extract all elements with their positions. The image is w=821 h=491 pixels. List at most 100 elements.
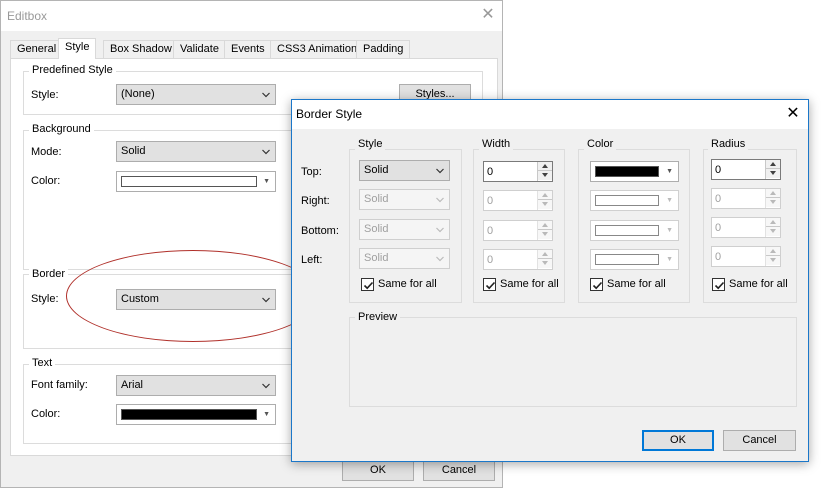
bottom-color-swatch <box>595 225 659 236</box>
editbox-ok-button[interactable]: OK <box>342 460 414 481</box>
bottom-radius-value: 0 <box>715 222 722 234</box>
border-group-label: Border <box>29 268 69 281</box>
border-style-close-icon[interactable]: ✕ <box>784 105 802 123</box>
tab-validate[interactable]: Validate <box>173 40 226 58</box>
right-color-picker[interactable]: ▼ <box>590 190 679 211</box>
radius-group-label: Radius <box>708 138 749 151</box>
right-radius-spinner[interactable]: 0 <box>711 188 781 209</box>
top-radius-spinner[interactable]: 0 <box>711 159 781 180</box>
right-width-spinner[interactable]: 0 <box>483 190 553 211</box>
predefined-style-select[interactable]: (None) <box>116 84 276 105</box>
bottom-width-spinner[interactable]: 0 <box>483 220 553 241</box>
background-mode-select[interactable]: Solid <box>116 141 276 162</box>
dropdown-triangle-icon: ▼ <box>666 197 673 204</box>
row-label-left: Left: <box>301 254 323 266</box>
editbox-titlebar: Editbox ✕ <box>1 1 502 31</box>
editbox-close-icon[interactable]: ✕ <box>479 6 497 24</box>
predefined-style-label: Style: <box>31 89 59 101</box>
left-style-select[interactable]: Solid <box>359 248 450 269</box>
dropdown-triangle-icon: ▼ <box>666 168 673 175</box>
color-group-label: Color <box>584 138 617 151</box>
left-width-value: 0 <box>487 254 494 266</box>
left-radius-spinner[interactable]: 0 <box>711 246 781 267</box>
border-style-title: Border Style <box>296 107 363 121</box>
spin-up-icon[interactable] <box>766 218 780 227</box>
left-width-spinner[interactable]: 0 <box>483 249 553 270</box>
background-color-swatch <box>121 176 257 187</box>
chevron-down-icon <box>436 168 444 174</box>
spin-down-icon[interactable] <box>538 230 552 239</box>
dropdown-triangle-icon: ▼ <box>666 227 673 234</box>
background-mode-label: Mode: <box>31 146 62 158</box>
right-color-swatch <box>595 195 659 206</box>
border-style-cancel-button[interactable]: Cancel <box>723 430 796 451</box>
top-color-swatch <box>595 166 659 177</box>
tab-box-shadow[interactable]: Box Shadow <box>103 40 179 58</box>
left-radius-value: 0 <box>715 251 722 263</box>
spin-down-icon[interactable] <box>538 171 552 180</box>
checkmark-icon <box>363 281 374 290</box>
checkbox-box <box>712 278 725 291</box>
bottom-style-select[interactable]: Solid <box>359 219 450 240</box>
same-for-all-label: Same for all <box>500 278 559 290</box>
background-mode-value: Solid <box>121 145 146 157</box>
bottom-color-picker[interactable]: ▼ <box>590 220 679 241</box>
right-style-select[interactable]: Solid <box>359 189 450 210</box>
spin-down-icon[interactable] <box>766 227 780 236</box>
dropdown-triangle-icon: ▼ <box>263 178 270 185</box>
spin-down-icon[interactable] <box>766 169 780 178</box>
checkmark-icon <box>485 281 496 290</box>
spin-up-icon[interactable] <box>766 247 780 256</box>
text-color-picker[interactable]: ▼ <box>116 404 276 425</box>
top-width-value: 0 <box>487 166 494 178</box>
spin-down-icon[interactable] <box>538 200 552 209</box>
highlight-ellipse <box>66 250 320 342</box>
right-radius-value: 0 <box>715 193 722 205</box>
spin-down-icon[interactable] <box>766 198 780 207</box>
row-label-bottom: Bottom: <box>301 225 339 237</box>
chevron-down-icon <box>436 197 444 203</box>
tab-css3-animation[interactable]: CSS3 Animation <box>270 40 365 58</box>
spin-up-icon[interactable] <box>766 160 780 169</box>
background-group-label: Background <box>29 123 94 136</box>
border-style-label: Style: <box>31 293 59 305</box>
chevron-down-icon <box>262 383 270 389</box>
right-style-value: Solid <box>364 193 389 205</box>
chevron-down-icon <box>262 149 270 155</box>
same-for-all-label: Same for all <box>729 278 788 290</box>
row-label-right: Right: <box>301 195 330 207</box>
spin-up-icon[interactable] <box>538 162 552 171</box>
right-width-value: 0 <box>487 195 494 207</box>
spin-down-icon[interactable] <box>538 259 552 268</box>
bottom-radius-spinner[interactable]: 0 <box>711 217 781 238</box>
editbox-cancel-button[interactable]: Cancel <box>423 460 495 481</box>
checkmark-icon <box>592 281 603 290</box>
tab-style[interactable]: Style <box>58 38 97 59</box>
style-group-label: Style <box>355 138 386 151</box>
same-for-all-label: Same for all <box>607 278 666 290</box>
top-color-picker[interactable]: ▼ <box>590 161 679 182</box>
row-label-top: Top: <box>301 166 322 178</box>
text-color-label: Color: <box>31 408 61 420</box>
font-family-select[interactable]: Arial <box>116 375 276 396</box>
spin-down-icon[interactable] <box>766 256 780 265</box>
text-group-label: Text <box>29 357 56 370</box>
chevron-down-icon <box>436 256 444 262</box>
top-style-select[interactable]: Solid <box>359 160 450 181</box>
border-style-ok-button[interactable]: OK <box>642 430 714 451</box>
predefined-style-group-label: Predefined Style <box>29 64 116 77</box>
background-color-picker[interactable]: ▼ <box>116 171 276 192</box>
left-color-picker[interactable]: ▼ <box>590 249 679 270</box>
font-family-value: Arial <box>121 379 144 391</box>
tab-general[interactable]: General <box>10 40 64 58</box>
top-width-spinner[interactable]: 0 <box>483 161 553 182</box>
tab-events[interactable]: Events <box>224 40 272 58</box>
spin-up-icon[interactable] <box>538 250 552 259</box>
spin-up-icon[interactable] <box>766 189 780 198</box>
spin-up-icon[interactable] <box>538 191 552 200</box>
font-family-label: Font family: <box>31 379 88 391</box>
preview-group-label: Preview <box>355 311 401 324</box>
spin-up-icon[interactable] <box>538 221 552 230</box>
tab-padding[interactable]: Padding <box>356 40 411 58</box>
chevron-down-icon <box>436 227 444 233</box>
